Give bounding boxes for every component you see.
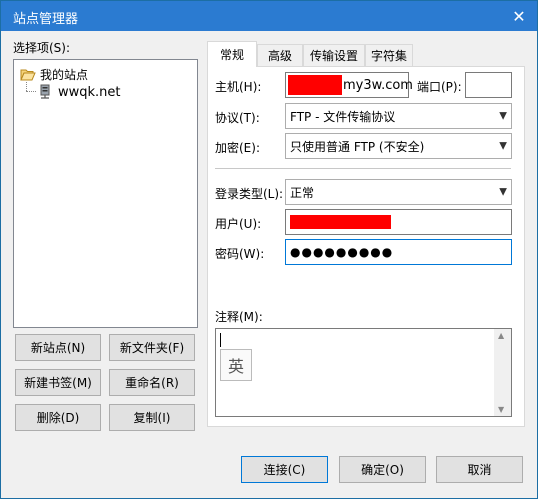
comments-scrollbar[interactable]: ▲ ▼	[494, 329, 511, 416]
ok-button[interactable]: 确定(O)	[339, 456, 426, 483]
separator	[215, 168, 511, 169]
host-label: 主机(H):	[215, 80, 262, 94]
protocol-value: FTP - 文件传输协议	[290, 109, 396, 124]
scroll-up-icon[interactable]: ▲	[498, 331, 504, 340]
tab-charset[interactable]: 字符集	[365, 44, 413, 66]
scroll-down-icon[interactable]: ▼	[498, 405, 504, 414]
chevron-down-icon: ▼	[499, 110, 507, 122]
host-field[interactable]: my3w.com	[285, 72, 413, 98]
logon-type-select[interactable]: 正常 ▼	[285, 179, 512, 205]
host-redaction	[288, 75, 342, 95]
password-label: 密码(W):	[215, 247, 265, 261]
protocol-label: 协议(T):	[215, 111, 260, 125]
tree-root-item[interactable]: 我的站点	[20, 66, 88, 83]
chevron-down-icon: ▼	[499, 140, 507, 152]
title-bar[interactable]: 站点管理器 ✕	[1, 1, 537, 31]
select-entry-label: 选择项(S):	[13, 41, 71, 55]
password-value: ●●●●●●●●●	[290, 245, 394, 259]
host-value: my3w.com	[343, 78, 413, 93]
cancel-button[interactable]: 取消	[436, 456, 523, 483]
tab-advanced[interactable]: 高级	[257, 44, 303, 66]
logon-type-value: 正常	[290, 185, 315, 200]
copy-button[interactable]: 复制(I)	[109, 404, 195, 431]
connect-button[interactable]: 连接(C)	[241, 456, 328, 483]
user-redaction	[290, 215, 391, 229]
encryption-select[interactable]: 只使用普通 FTP (不安全) ▼	[285, 133, 512, 159]
new-bookmark-button[interactable]: 新建书签(M)	[15, 369, 101, 396]
window-title: 站点管理器	[13, 12, 79, 27]
comments-label: 注释(M):	[215, 310, 263, 324]
close-icon[interactable]: ✕	[501, 1, 537, 31]
rename-button[interactable]: 重命名(R)	[109, 369, 195, 396]
tab-general[interactable]: 常规	[207, 41, 257, 67]
port-field[interactable]	[465, 72, 512, 98]
delete-button[interactable]: 删除(D)	[15, 404, 101, 431]
new-folder-button[interactable]: 新文件夹(F)	[109, 334, 195, 361]
tab-transfer-settings[interactable]: 传输设置	[303, 44, 365, 66]
encryption-label: 加密(E):	[215, 141, 260, 155]
logon-type-label: 登录类型(L):	[215, 187, 284, 201]
chevron-down-icon: ▼	[499, 186, 507, 198]
protocol-select[interactable]: FTP - 文件传输协议 ▼	[285, 103, 512, 129]
password-field[interactable]: ●●●●●●●●●	[285, 239, 512, 265]
ime-indicator-icon: 英	[220, 349, 252, 381]
tree-root-label: 我的站点	[40, 68, 89, 82]
encryption-value: 只使用普通 FTP (不安全)	[290, 139, 425, 154]
site-tree[interactable]: 我的站点 wwqk.net	[13, 59, 198, 328]
port-label: 端口(P):	[417, 80, 462, 94]
text-cursor	[220, 333, 221, 347]
tree-site-item[interactable]: wwqk.net	[38, 84, 121, 100]
tree-site-label: wwqk.net	[58, 84, 121, 100]
site-manager-window: 站点管理器 ✕ 选择项(S): 我的站点 wwqk.net 新站点(N) 新文件…	[0, 0, 538, 499]
user-field[interactable]	[285, 209, 512, 235]
server-icon	[38, 84, 52, 100]
folder-open-icon	[20, 69, 36, 81]
user-label: 用户(U):	[215, 217, 262, 231]
comments-textarea[interactable]: 英 ▲ ▼	[215, 328, 512, 417]
new-site-button[interactable]: 新站点(N)	[15, 334, 101, 361]
